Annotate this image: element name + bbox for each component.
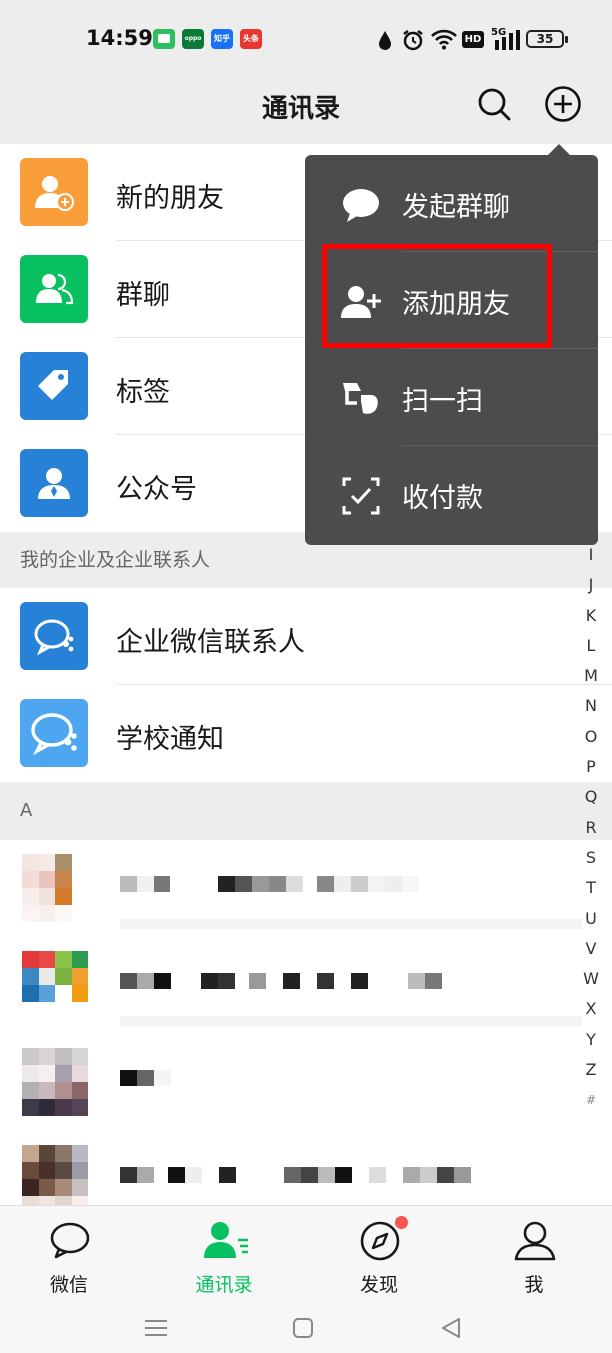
contacts-icon	[204, 1222, 248, 1258]
menu-item-label: 扫一扫	[402, 386, 483, 417]
alarm-icon	[403, 30, 423, 51]
avatar	[22, 1145, 88, 1213]
avatar	[22, 1048, 88, 1116]
signal-icon	[495, 30, 520, 50]
tab-me[interactable]: 我	[474, 1206, 594, 1301]
index-letter[interactable]: R	[578, 813, 604, 843]
tab-contacts[interactable]: 通讯录	[164, 1206, 284, 1301]
index-letter[interactable]: U	[578, 904, 604, 934]
index-letter[interactable]: Z	[578, 1055, 604, 1085]
menu-item-scan[interactable]: 扫一扫	[305, 349, 598, 446]
tab-label: 我	[524, 1274, 544, 1296]
contact-name-blurred	[120, 1070, 171, 1086]
contact-name-blurred	[120, 973, 442, 989]
wecom-contacts-label: 企业微信联系人	[116, 627, 305, 658]
index-letter[interactable]: N	[578, 691, 604, 721]
contact-row[interactable]	[0, 1034, 612, 1131]
menu-item-start-group-chat[interactable]: 发起群聊	[305, 155, 598, 252]
school-notice-item[interactable]: 学校通知	[0, 685, 612, 782]
chat-bubble-icon	[343, 189, 379, 222]
add-popup-menu: 发起群聊 添加朋友 扫一扫 收付款	[305, 155, 598, 545]
add-menu-button[interactable]	[543, 84, 583, 124]
search-button[interactable]	[474, 84, 514, 124]
payment-icon	[342, 477, 380, 515]
group-chats-label: 群聊	[116, 280, 170, 311]
hd-badge: HD	[462, 31, 484, 48]
alphabet-index[interactable]: I J K L M N O P Q R S T U V W X Y Z #	[578, 540, 604, 1116]
group-chat-icon	[20, 255, 88, 323]
index-letter[interactable]: P	[578, 752, 604, 782]
tab-label: 通讯录	[195, 1274, 253, 1296]
letter-header-a: A	[0, 782, 612, 840]
menu-item-payment[interactable]: 收付款	[305, 446, 598, 543]
oppo-icon: oppo	[182, 29, 204, 49]
menu-item-label: 收付款	[402, 483, 483, 514]
tab-label: 微信	[49, 1274, 88, 1296]
tab-label: 发现	[359, 1274, 398, 1296]
chat-icon	[50, 1222, 90, 1259]
tab-discover[interactable]: 发现	[319, 1206, 439, 1301]
index-letter[interactable]: K	[578, 601, 604, 631]
wifi-icon	[431, 29, 457, 50]
index-letter[interactable]: V	[578, 934, 604, 964]
index-letter[interactable]: X	[578, 994, 604, 1024]
contact-name-blurred	[120, 1167, 471, 1183]
blur-line	[120, 1016, 582, 1026]
scan-icon	[343, 383, 378, 414]
index-letter[interactable]: Y	[578, 1025, 604, 1055]
header: 通讯录	[0, 80, 612, 144]
index-letter[interactable]: Q	[578, 782, 604, 812]
blur-line	[120, 919, 582, 929]
menu-item-label: 发起群聊	[402, 192, 510, 223]
menu-icon[interactable]	[144, 1318, 168, 1338]
school-notice-icon	[20, 699, 88, 767]
index-letter[interactable]: M	[578, 661, 604, 691]
status-bar: 14:59 oppo 知乎 头条 HD 5G 35	[0, 0, 612, 80]
search-icon	[478, 88, 511, 121]
zhihu-icon: 知乎	[211, 29, 233, 49]
contact-name-blurred	[120, 876, 419, 892]
school-notice-label: 学校通知	[116, 724, 224, 755]
messages-icon	[153, 29, 175, 49]
new-friend-icon	[20, 158, 88, 226]
index-letter[interactable]: W	[578, 964, 604, 994]
index-letter[interactable]: J	[578, 570, 604, 600]
official-accounts-label: 公众号	[116, 474, 197, 505]
plus-circle-icon	[545, 86, 581, 122]
profile-icon	[514, 1221, 556, 1261]
back-icon[interactable]	[440, 1316, 462, 1340]
system-nav-bar	[0, 1300, 612, 1353]
toutiao-icon: 头条	[240, 29, 262, 49]
home-icon[interactable]	[292, 1317, 314, 1339]
avatar	[22, 951, 88, 1019]
discover-badge-dot	[395, 1216, 408, 1229]
index-letter[interactable]: T	[578, 873, 604, 903]
index-letter[interactable]: O	[578, 722, 604, 752]
new-friends-label: 新的朋友	[116, 183, 224, 214]
status-time: 14:59	[86, 26, 153, 50]
index-letter[interactable]: S	[578, 843, 604, 873]
tag-icon	[20, 352, 88, 420]
tab-chats[interactable]: 微信	[9, 1206, 129, 1301]
tags-label: 标签	[116, 377, 170, 408]
index-letter[interactable]: #	[578, 1085, 604, 1115]
contact-row[interactable]	[0, 937, 612, 1034]
index-letter[interactable]: L	[578, 631, 604, 661]
wecom-contacts-item[interactable]: 企业微信联系人	[0, 588, 612, 685]
compass-icon	[360, 1221, 400, 1261]
tab-bar: 微信 通讯录 发现 我	[0, 1205, 612, 1300]
contact-row[interactable]	[0, 840, 612, 937]
wecom-icon	[20, 602, 88, 670]
battery-icon: 35	[526, 30, 568, 48]
official-account-icon	[20, 449, 88, 517]
highlight-box	[322, 244, 552, 348]
drop-icon	[379, 31, 391, 50]
avatar	[22, 854, 88, 922]
